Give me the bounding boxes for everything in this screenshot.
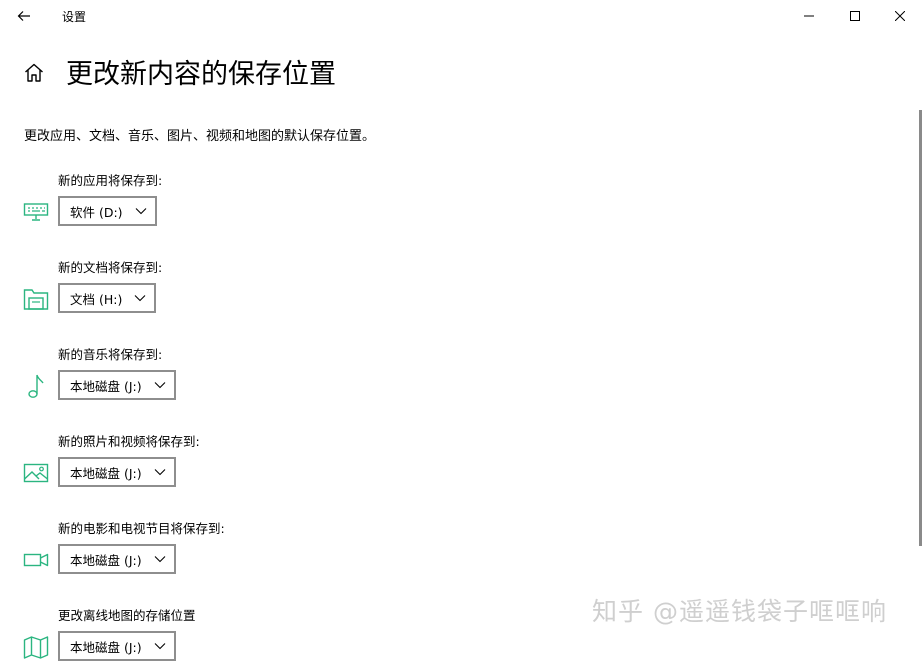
minimize-icon [804, 15, 814, 17]
music-save-label: 新的音乐将保存到: [58, 347, 163, 362]
documents-location-dropdown[interactable]: 文档 (H:) [58, 283, 157, 313]
apps-save-label: 新的应用将保存到: [58, 173, 163, 188]
image-icon [23, 463, 49, 483]
title-bar: 设置 [0, 0, 923, 32]
watermark: 知乎 @遥遥钱袋子哐哐响 [592, 597, 887, 626]
page-description: 更改应用、文档、音乐、图片、视频和地图的默认保存位置。 [24, 129, 376, 144]
maximize-icon [850, 11, 860, 21]
chevron-down-icon [135, 208, 146, 215]
maximize-button[interactable] [832, 0, 878, 32]
video-camera-icon [23, 553, 49, 567]
monitor-icon [23, 203, 49, 221]
window-title: 设置 [62, 10, 87, 24]
chevron-down-icon [154, 556, 166, 563]
photos-location-value: 本地磁盘 (J:) [70, 465, 142, 481]
back-button[interactable] [8, 0, 40, 32]
chevron-down-icon [154, 469, 166, 476]
maps-location-dropdown[interactable]: 本地磁盘 (J:) [58, 631, 176, 661]
apps-location-dropdown[interactable]: 软件 (D:) [58, 196, 157, 226]
folder-icon [23, 289, 49, 310]
movies-location-dropdown[interactable]: 本地磁盘 (J:) [58, 544, 176, 574]
maps-location-value: 本地磁盘 (J:) [70, 639, 142, 655]
home-icon [25, 63, 43, 82]
documents-save-label: 新的文档将保存到: [58, 260, 163, 275]
music-note-icon [28, 374, 44, 398]
close-button[interactable] [877, 0, 923, 32]
documents-location-value: 文档 (H:) [70, 291, 123, 307]
music-location-value: 本地磁盘 (J:) [70, 378, 142, 394]
home-button[interactable] [22, 61, 46, 85]
page-title: 更改新内容的保存位置 [66, 59, 336, 90]
apps-location-value: 软件 (D:) [70, 204, 123, 220]
map-icon [23, 636, 49, 659]
vertical-scrollbar[interactable] [919, 110, 922, 546]
movies-location-value: 本地磁盘 (J:) [70, 552, 142, 568]
photos-location-dropdown[interactable]: 本地磁盘 (J:) [58, 457, 176, 487]
arrow-left-icon [17, 11, 30, 21]
maps-save-label: 更改离线地图的存储位置 [58, 608, 196, 623]
movies-save-label: 新的电影和电视节目将保存到: [58, 521, 225, 536]
music-location-dropdown[interactable]: 本地磁盘 (J:) [58, 370, 176, 400]
chevron-down-icon [134, 295, 146, 302]
minimize-button[interactable] [786, 0, 832, 32]
chevron-down-icon [154, 382, 166, 389]
photos-save-label: 新的照片和视频将保存到: [58, 434, 200, 449]
close-icon [895, 11, 905, 21]
